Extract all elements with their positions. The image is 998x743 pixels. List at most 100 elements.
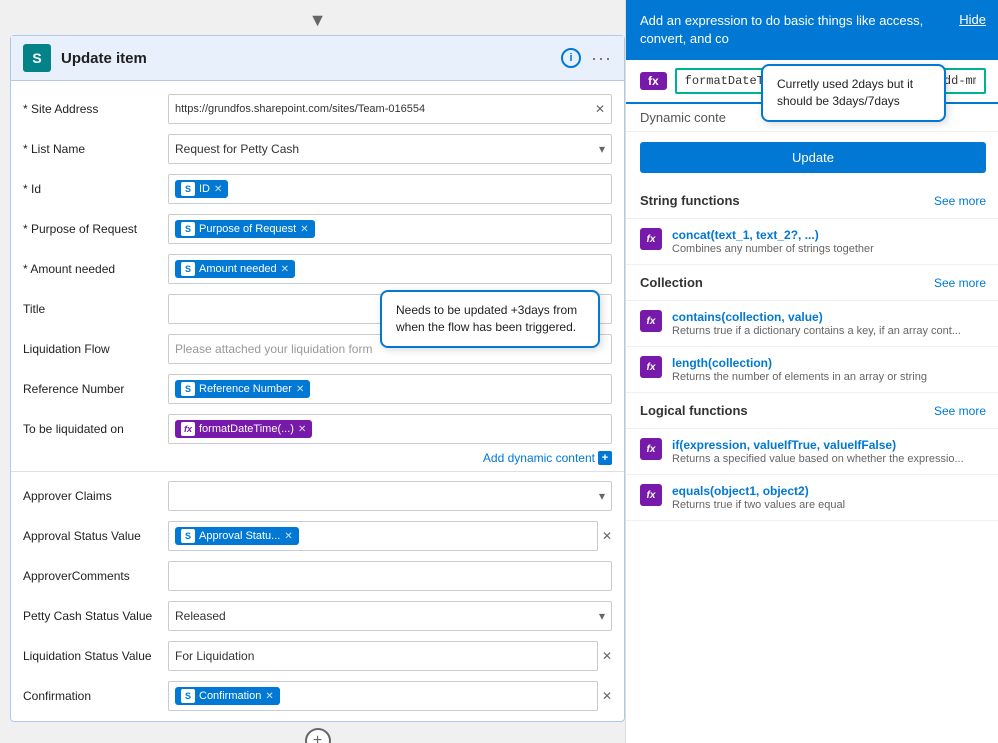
- approver-claims-control: ▾: [168, 481, 612, 511]
- length-name: length(collection): [672, 356, 986, 370]
- logical-functions-see-more[interactable]: See more: [934, 404, 986, 418]
- approval-status-input[interactable]: S Approval Statu... ✕: [168, 521, 598, 551]
- divider1: [11, 471, 624, 472]
- liquidation-status-clear[interactable]: ✕: [602, 649, 612, 663]
- function-item-length[interactable]: fx length(collection) Returns the number…: [626, 347, 998, 393]
- amount-token-close[interactable]: ✕: [281, 264, 289, 275]
- liquidation-status-input[interactable]: For Liquidation: [168, 641, 598, 671]
- purpose-token-close[interactable]: ✕: [300, 224, 308, 235]
- string-functions-title: String functions: [640, 193, 740, 208]
- petty-cash-status-control: Released ▾: [168, 601, 612, 631]
- id-input[interactable]: S ID ✕: [168, 174, 612, 204]
- site-address-control: https://grundfos.sharepoint.com/sites/Te…: [168, 94, 612, 124]
- approver-comments-input[interactable]: [168, 561, 612, 591]
- add-dynamic-plus: +: [598, 451, 612, 465]
- function-item-if[interactable]: fx if(expression, valueIfTrue, valueIfFa…: [626, 429, 998, 475]
- length-info: length(collection) Returns the number of…: [672, 356, 986, 383]
- id-row: * Id S ID ✕: [11, 169, 624, 209]
- concat-info: concat(text_1, text_2?, ...) Combines an…: [672, 228, 986, 255]
- add-step-button[interactable]: +: [305, 728, 331, 743]
- petty-cash-status-row: Petty Cash Status Value Released ▾: [11, 596, 624, 636]
- liquidation-status-label: Liquidation Status Value: [23, 649, 168, 663]
- confirmation-input[interactable]: S Confirmation ✕: [168, 681, 598, 711]
- amount-token-icon: S: [181, 262, 195, 276]
- card-title: Update item: [61, 50, 551, 67]
- amount-input[interactable]: S Amount needed ✕: [168, 254, 612, 284]
- hide-button[interactable]: Hide: [959, 12, 986, 27]
- released-flow-row: Released Flow: [11, 716, 624, 721]
- title-label: Title: [23, 302, 168, 316]
- logical-functions-section-header: Logical functions See more: [626, 393, 998, 429]
- liquidated-on-input[interactable]: fx formatDateTime(...) ✕: [168, 414, 612, 444]
- concat-desc: Combines any number of strings together: [672, 243, 986, 255]
- reference-token-icon: S: [181, 382, 195, 396]
- approver-comments-control: [168, 561, 612, 591]
- approval-status-token-close[interactable]: ✕: [284, 531, 292, 542]
- equals-info: equals(object1, object2) Returns true if…: [672, 484, 986, 511]
- contains-name: contains(collection, value): [672, 310, 986, 324]
- list-name-chevron: ▾: [599, 142, 605, 156]
- purpose-label: * Purpose of Request: [23, 222, 168, 236]
- more-options-icon[interactable]: ···: [591, 48, 612, 69]
- equals-name: equals(object1, object2): [672, 484, 986, 498]
- concat-name: concat(text_1, text_2?, ...): [672, 228, 986, 242]
- collection-see-more[interactable]: See more: [934, 276, 986, 290]
- add-dynamic-content-link[interactable]: Add dynamic content +: [483, 451, 612, 465]
- approver-claims-label: Approver Claims: [23, 489, 168, 503]
- info-icon[interactable]: i: [561, 48, 581, 68]
- contains-icon: fx: [640, 310, 662, 332]
- approval-status-token: S Approval Statu... ✕: [175, 527, 299, 545]
- panel-header-text: Add an expression to do basic things lik…: [640, 12, 959, 48]
- approval-status-row: Approval Status Value S Approval Statu..…: [11, 516, 624, 556]
- function-item-contains[interactable]: fx contains(collection, value) Returns t…: [626, 301, 998, 347]
- petty-cash-chevron: ▾: [599, 609, 605, 623]
- card-header: S Update item i ···: [11, 36, 624, 81]
- approval-status-control: S Approval Statu... ✕ ✕: [168, 521, 612, 551]
- confirmation-label: Confirmation: [23, 689, 168, 703]
- function-item-concat[interactable]: fx concat(text_1, text_2?, ...) Combines…: [626, 219, 998, 265]
- approver-comments-label: ApproverComments: [23, 569, 168, 583]
- if-desc: Returns a specified value based on wheth…: [672, 453, 986, 465]
- update-item-card: S Update item i ··· * Site Address: [10, 35, 625, 722]
- function-item-equals[interactable]: fx equals(object1, object2) Returns true…: [626, 475, 998, 521]
- reference-token-close[interactable]: ✕: [296, 384, 304, 395]
- site-address-clear[interactable]: ✕: [595, 102, 605, 116]
- id-token-close[interactable]: ✕: [214, 184, 222, 195]
- bottom-connector: +: [10, 722, 625, 743]
- right-panel: Add an expression to do basic things lik…: [625, 0, 998, 743]
- reference-number-label: Reference Number: [23, 382, 168, 396]
- list-name-value: Request for Petty Cash: [175, 142, 299, 156]
- approval-status-clear[interactable]: ✕: [602, 529, 612, 543]
- approval-status-token-icon: S: [181, 529, 195, 543]
- site-address-label: * Site Address: [23, 102, 168, 116]
- fx-token-close[interactable]: ✕: [298, 424, 306, 435]
- petty-cash-status-dropdown[interactable]: Released ▾: [168, 601, 612, 631]
- confirmation-control: S Confirmation ✕ ✕: [168, 681, 612, 711]
- approver-claims-dropdown[interactable]: ▾: [168, 481, 612, 511]
- sharepoint-icon: S: [23, 44, 51, 72]
- panel-header-top: Add an expression to do basic things lik…: [640, 12, 986, 48]
- fx-token-icon: fx: [181, 422, 195, 436]
- confirmation-row: Confirmation S Confirmation ✕: [11, 676, 624, 716]
- liquidated-on-control: fx formatDateTime(...) ✕: [168, 414, 612, 444]
- length-desc: Returns the number of elements in an arr…: [672, 371, 986, 383]
- liquidation-status-row: Liquidation Status Value For Liquidation…: [11, 636, 624, 676]
- approver-claims-row: Approver Claims ▾: [11, 476, 624, 516]
- list-name-dropdown[interactable]: Request for Petty Cash ▾: [168, 134, 612, 164]
- liquidated-on-row: To be liquidated on fx formatDateTime(..…: [11, 409, 624, 449]
- string-functions-see-more[interactable]: See more: [934, 194, 986, 208]
- liquidated-on-label: To be liquidated on: [23, 422, 168, 436]
- purpose-input[interactable]: S Purpose of Request ✕: [168, 214, 612, 244]
- update-button[interactable]: Update: [640, 142, 986, 173]
- confirmation-token-close[interactable]: ✕: [265, 691, 273, 702]
- purpose-row: * Purpose of Request S Purpose of Reques…: [11, 209, 624, 249]
- tooltip-currently-used: Curretly used 2days but it should be 3da…: [761, 64, 946, 122]
- purpose-token-icon: S: [181, 222, 195, 236]
- concat-icon: fx: [640, 228, 662, 250]
- reference-number-input[interactable]: S Reference Number ✕: [168, 374, 612, 404]
- confirmation-clear[interactable]: ✕: [602, 689, 612, 703]
- collection-title: Collection: [640, 275, 703, 290]
- contains-info: contains(collection, value) Returns true…: [672, 310, 986, 337]
- collection-section-header: Collection See more: [626, 265, 998, 301]
- site-address-input[interactable]: https://grundfos.sharepoint.com/sites/Te…: [168, 94, 612, 124]
